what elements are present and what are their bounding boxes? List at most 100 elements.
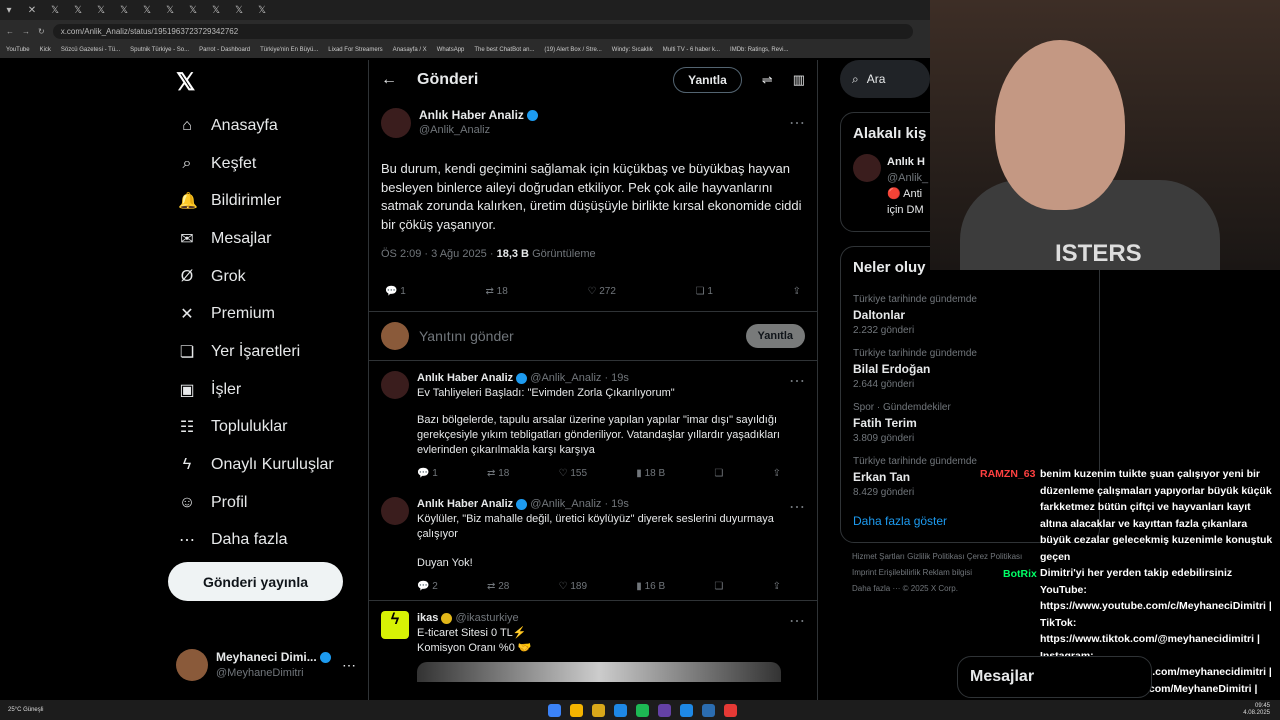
- ad-media[interactable]: [417, 662, 781, 682]
- author-handle[interactable]: @Anlik_Analiz · 19s: [530, 498, 629, 510]
- nav-item-grok[interactable]: Ø Grok: [168, 258, 358, 296]
- tab-close-icon[interactable]: ✕: [23, 2, 41, 18]
- more-icon[interactable]: ⋯: [342, 657, 356, 674]
- reply-action[interactable]: 💬 2: [417, 579, 438, 594]
- bookmark-item[interactable]: Sputnik Türkiye - So...: [130, 47, 189, 53]
- avatar[interactable]: [381, 371, 409, 399]
- author-name[interactable]: Anlık Haber Analiz: [417, 372, 513, 384]
- bookmark-item[interactable]: IMDb: Ratings, Revi...: [730, 47, 788, 53]
- reply-filter-button[interactable]: Yanıtla: [673, 67, 742, 93]
- app-icon[interactable]: [658, 703, 671, 717]
- weather-widget[interactable]: 25°C Güneşli: [8, 707, 88, 713]
- chrome-icon[interactable]: [570, 703, 583, 717]
- bookmark-item[interactable]: Parrot - Dashboard: [199, 47, 250, 53]
- nav-item-verified-orgs[interactable]: ϟ Onaylı Kuruluşlar: [168, 446, 358, 484]
- more-icon[interactable]: ⋯: [789, 113, 805, 133]
- filter-icon[interactable]: ⇌: [762, 72, 773, 88]
- tab-x-icon[interactable]: 𝕏: [69, 2, 87, 18]
- repost-action[interactable]: ⇄ 18: [485, 286, 507, 297]
- tab-x-icon[interactable]: 𝕏: [92, 2, 110, 18]
- reply-action[interactable]: 💬 1: [417, 466, 438, 481]
- forward-icon[interactable]: →: [22, 27, 30, 36]
- trend-item[interactable]: Spor · Gündemdekiler Fatih Terim 3.809 gön…: [841, 396, 1099, 450]
- like-action[interactable]: ♡ 272: [587, 286, 615, 297]
- steam-icon[interactable]: [702, 703, 715, 717]
- back-arrow-icon[interactable]: ←: [381, 71, 397, 89]
- bookmark-item[interactable]: Multi TV - 6 haber k...: [663, 47, 720, 53]
- back-icon[interactable]: ←: [6, 27, 14, 36]
- tweet-time[interactable]: ÖS 2:09 · 3 Ağu 2025 ·: [381, 248, 497, 260]
- bookmark-item[interactable]: Anasayfa / X: [393, 47, 427, 53]
- author-name[interactable]: Anlık Haber Analiz: [417, 498, 513, 510]
- tab-x-icon[interactable]: 𝕏: [115, 2, 133, 18]
- bookmark-item[interactable]: Kick: [40, 47, 51, 53]
- nav-item-jobs[interactable]: ▣ İşler: [168, 371, 358, 409]
- author-handle[interactable]: @Anlik_Analiz · 19s: [530, 372, 629, 384]
- tab-menu-icon[interactable]: ▾: [0, 2, 18, 18]
- repost-action[interactable]: ⇄ 28: [487, 579, 509, 594]
- nav-item-notifications[interactable]: 🔔 Bildirimler: [168, 182, 358, 220]
- folder-icon[interactable]: [592, 703, 605, 717]
- reload-icon[interactable]: ↻: [38, 27, 45, 36]
- bookmark-item[interactable]: The best ChatBot an...: [474, 47, 534, 53]
- bookmark-item[interactable]: Windy: Sıcaklık: [612, 47, 653, 53]
- bookmark-item[interactable]: Lixad For Streamers: [328, 47, 382, 53]
- nav-item-communities[interactable]: ☷ Topluluklar: [168, 409, 358, 447]
- bookmark-item[interactable]: WhatsApp: [437, 47, 465, 53]
- author-name[interactable]: ikas: [417, 612, 438, 624]
- reply-submit-button[interactable]: Yanıtla: [745, 324, 805, 348]
- bookmark-icon[interactable]: ❏: [714, 579, 723, 594]
- like-action[interactable]: ♡ 189: [559, 579, 587, 594]
- start-icon[interactable]: [548, 703, 561, 717]
- url-input[interactable]: x.com/Anlik_Analiz/status/19519637237293…: [52, 23, 913, 39]
- reply-input[interactable]: Yanıtını gönder: [419, 328, 736, 344]
- list-item[interactable]: Anlık Haber Analiz @Anlik_Analiz · 19s K…: [369, 487, 817, 600]
- tab-x-icon[interactable]: 𝕏: [46, 2, 64, 18]
- nav-item-messages[interactable]: ✉ Mesajlar: [168, 220, 358, 258]
- account-switcher[interactable]: Meyhaneci Dimi... @MeyhaneDimitri ⋯: [176, 645, 356, 685]
- tab-x-icon[interactable]: 𝕏: [207, 2, 225, 18]
- share-icon[interactable]: ⇪: [793, 286, 801, 297]
- trend-item[interactable]: Türkiye tarihinde gündemde Bilal Erdoğan 2…: [841, 342, 1099, 396]
- list-item[interactable]: Anlık Haber Analiz @Anlik_Analiz · 19s E…: [369, 361, 817, 487]
- like-action[interactable]: ♡ 155: [559, 466, 587, 481]
- search-input[interactable]: ⌕ Ara: [840, 60, 930, 98]
- messages-drawer[interactable]: Mesajlar: [957, 656, 1152, 698]
- avatar[interactable]: [853, 154, 881, 182]
- views-action[interactable]: ▮ 18 B: [636, 466, 665, 481]
- reply-action[interactable]: 💬 1: [385, 286, 406, 297]
- tab-x-icon[interactable]: 𝕏: [230, 2, 248, 18]
- related-name[interactable]: Anlık H: [887, 154, 928, 170]
- clock-time[interactable]: 09:45: [1243, 703, 1270, 710]
- nav-item-bookmarks[interactable]: ❏ Yer İşaretleri: [168, 333, 358, 371]
- nav-item-profile[interactable]: ☺ Profil: [168, 484, 358, 522]
- repost-action[interactable]: ⇄ 18: [487, 466, 509, 481]
- nav-item-home[interactable]: ⌂ Anasayfa: [168, 107, 358, 145]
- nav-item-premium[interactable]: ✕ Premium: [168, 295, 358, 333]
- avatar[interactable]: [381, 497, 409, 525]
- author-handle[interactable]: @ikasturkiye: [456, 612, 519, 624]
- share-icon[interactable]: ⇪: [773, 579, 781, 594]
- bookmark-action[interactable]: ❏ 1: [696, 286, 713, 297]
- more-icon[interactable]: ⋯: [789, 611, 805, 682]
- related-handle[interactable]: @Anlik_: [887, 170, 928, 186]
- tab-x-icon[interactable]: 𝕏: [138, 2, 156, 18]
- nav-item-explore[interactable]: ⌕ Keşfet: [168, 145, 358, 183]
- bookmark-icon[interactable]: ❏: [714, 466, 723, 481]
- more-icon[interactable]: ⋯: [789, 371, 805, 481]
- avatar[interactable]: [381, 108, 411, 138]
- reader-view-icon[interactable]: ▥: [793, 72, 805, 88]
- views-action[interactable]: ▮ 16 B: [636, 579, 665, 594]
- bookmark-item[interactable]: (19) Alert Box / Stre...: [544, 47, 601, 53]
- ikas-logo-icon[interactable]: ϟ: [381, 611, 409, 639]
- spotify-icon[interactable]: [636, 703, 649, 717]
- tab-x-icon[interactable]: 𝕏: [184, 2, 202, 18]
- bookmark-item[interactable]: Türkiye'nin En Büyü...: [260, 47, 318, 53]
- app-icon[interactable]: [724, 703, 737, 717]
- list-item[interactable]: ϟ ikas @ikasturkiye E-ticaret Sitesi 0 T…: [369, 601, 817, 688]
- app-icon[interactable]: [680, 703, 693, 717]
- more-icon[interactable]: ⋯: [789, 497, 805, 594]
- bookmark-item[interactable]: YouTube: [6, 47, 30, 53]
- tab-x-icon[interactable]: 𝕏: [253, 2, 271, 18]
- post-button[interactable]: Gönderi yayınla: [168, 562, 343, 601]
